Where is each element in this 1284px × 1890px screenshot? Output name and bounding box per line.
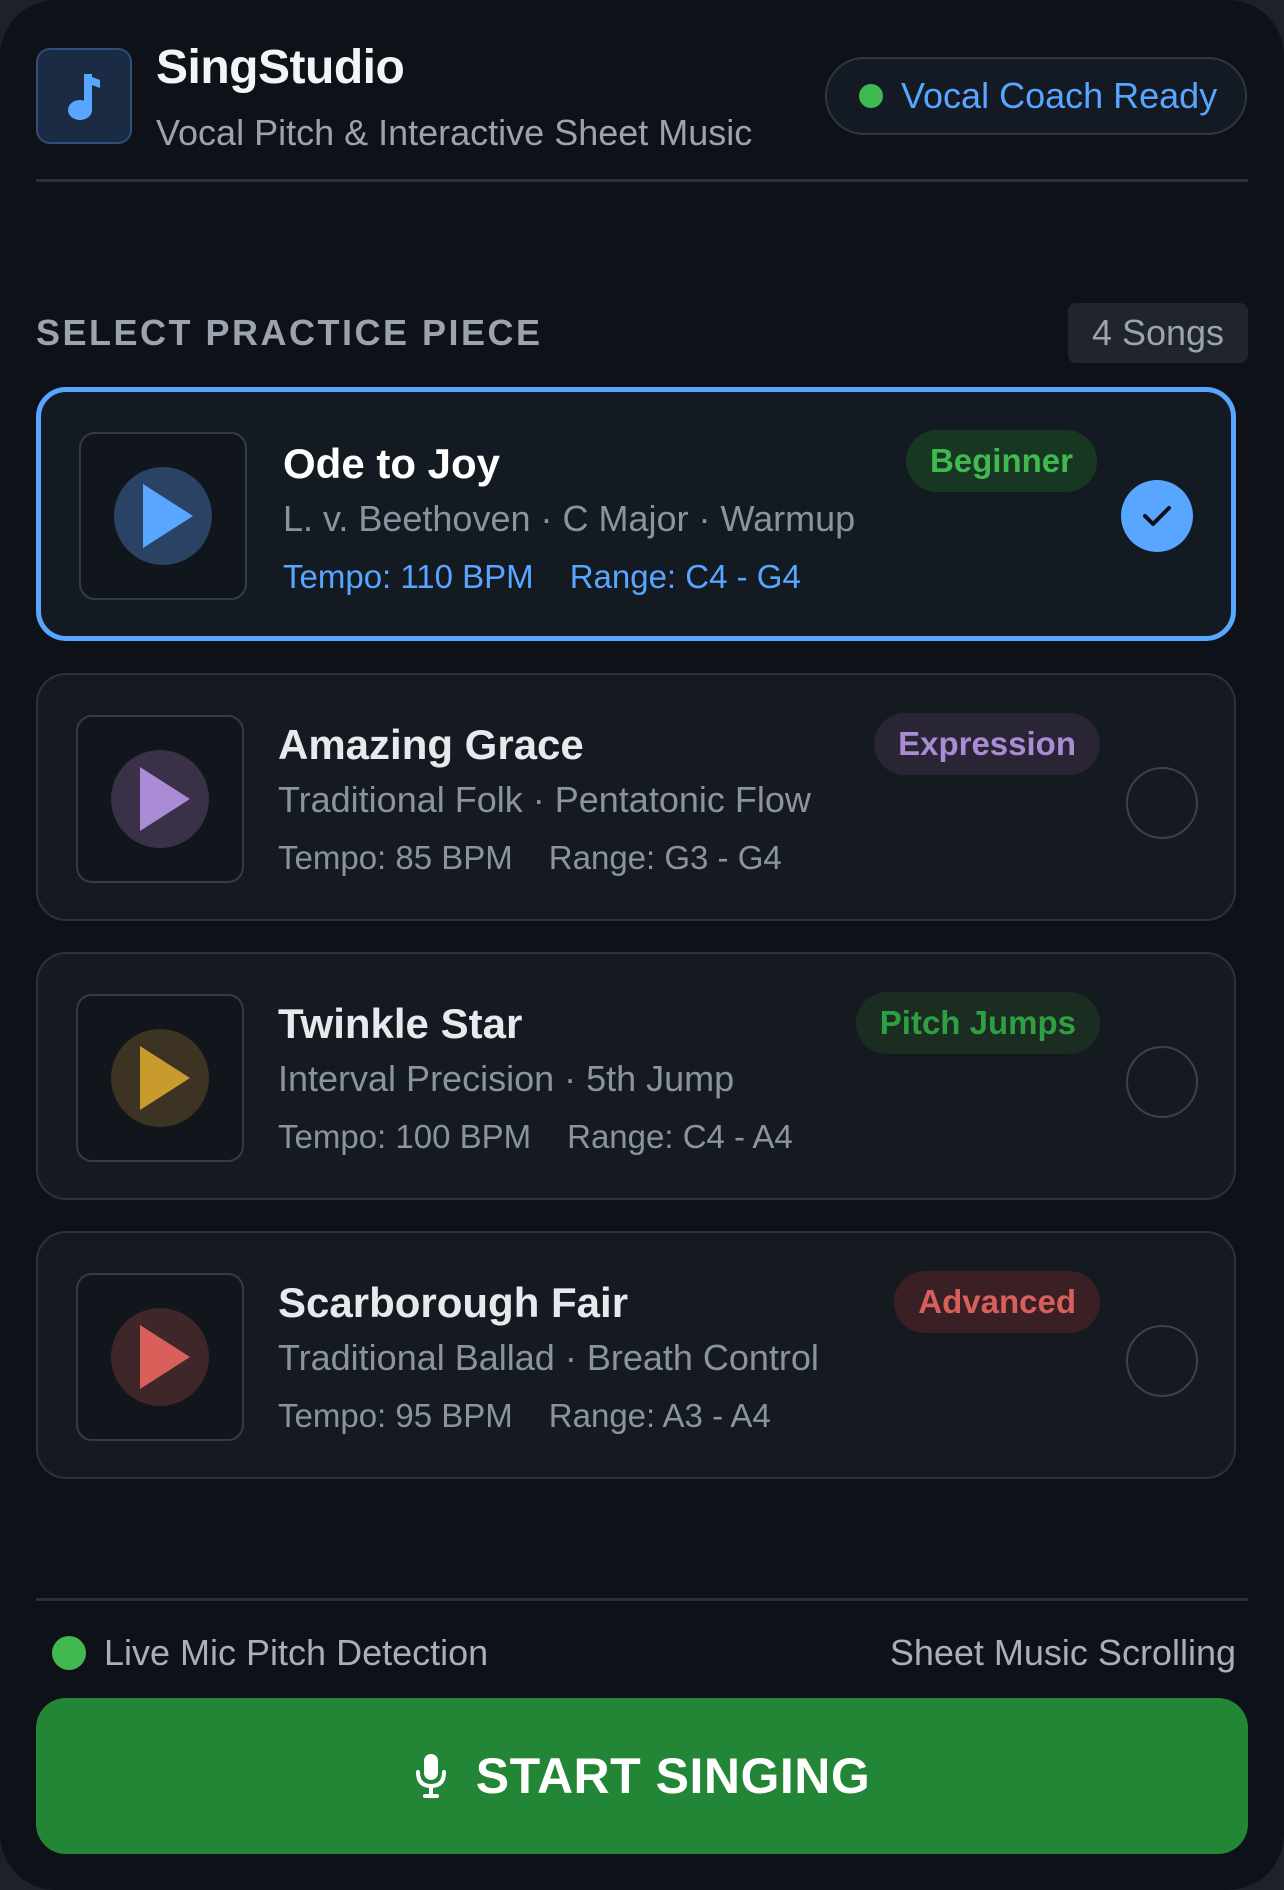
song-range: Range: C4 - A4 [567, 1118, 793, 1155]
song-meta: Traditional Ballad · Breath Control [278, 1337, 819, 1378]
song-card-ode-to-joy[interactable]: Ode to Joy L. v. Beethoven · C Major · W… [36, 387, 1236, 641]
song-tempo: Tempo: 95 BPM [278, 1397, 513, 1434]
difficulty-tag: Expression [874, 713, 1100, 775]
song-title: Amazing Grace [278, 721, 584, 768]
song-thumbnail[interactable] [76, 715, 244, 883]
song-stats: Tempo: 95 BPM Range: A3 - A4 [278, 1397, 771, 1435]
song-card-scarborough-fair[interactable]: Scarborough Fair Traditional Ballad · Br… [36, 1231, 1236, 1479]
status-label: Vocal Coach Ready [901, 75, 1218, 116]
song-title: Scarborough Fair [278, 1279, 629, 1326]
song-stats: Tempo: 110 BPM Range: C4 - G4 [283, 558, 801, 596]
song-meta: Interval Precision · 5th Jump [278, 1058, 735, 1099]
play-icon [140, 767, 190, 831]
difficulty-tag: Pitch Jumps [855, 992, 1100, 1054]
app-subtitle: Vocal Pitch & Interactive Sheet Music [156, 112, 753, 153]
play-button[interactable] [111, 750, 209, 848]
song-select-radio[interactable] [1126, 767, 1198, 839]
song-thumbnail[interactable] [76, 1273, 244, 1441]
feature-mic-detection: Live Mic Pitch Detection [52, 1632, 488, 1674]
section-title: SELECT PRACTICE PIECE [36, 312, 543, 353]
status-dot-icon [859, 84, 883, 108]
song-meta: Traditional Folk · Pentatonic Flow [278, 779, 811, 820]
header-divider [36, 179, 1248, 182]
feature-right-label: Sheet Music Scrolling [889, 1632, 1236, 1673]
music-note-icon [36, 48, 132, 144]
play-icon [143, 484, 193, 548]
song-range: Range: A3 - A4 [548, 1397, 771, 1434]
song-select-radio[interactable] [1126, 1046, 1198, 1118]
status-badge: Vocal Coach Ready [825, 57, 1247, 135]
song-range: Range: C4 - G4 [569, 558, 801, 595]
start-singing-label: START SINGING [475, 1748, 871, 1804]
play-icon [140, 1325, 190, 1389]
play-button[interactable] [114, 467, 212, 565]
song-range: Range: G3 - G4 [548, 839, 782, 876]
microphone-icon [415, 1754, 446, 1798]
song-count-badge: 4 Songs [1068, 303, 1248, 363]
song-select-radio[interactable] [1121, 480, 1193, 552]
app-window: SingStudio Vocal Pitch & Interactive She… [0, 0, 1284, 1890]
song-thumbnail[interactable] [76, 994, 244, 1162]
song-thumbnail[interactable] [79, 432, 247, 600]
song-tempo: Tempo: 110 BPM [283, 558, 534, 595]
song-tempo: Tempo: 85 BPM [278, 839, 513, 876]
start-singing-button[interactable]: START SINGING [36, 1698, 1248, 1854]
footer-divider [36, 1598, 1248, 1601]
play-icon [140, 1046, 190, 1110]
song-title: Ode to Joy [283, 440, 501, 487]
song-card-amazing-grace[interactable]: Amazing Grace Traditional Folk · Pentato… [36, 673, 1236, 921]
checkmark-icon [1143, 506, 1171, 526]
song-stats: Tempo: 85 BPM Range: G3 - G4 [278, 839, 782, 877]
difficulty-tag: Advanced [894, 1271, 1100, 1333]
live-indicator-icon [52, 1636, 86, 1670]
difficulty-tag: Beginner [905, 430, 1097, 492]
play-button[interactable] [111, 1029, 209, 1127]
song-title: Twinkle Star [278, 1000, 523, 1047]
song-tempo: Tempo: 100 BPM [278, 1118, 532, 1155]
play-button[interactable] [111, 1308, 209, 1406]
song-select-radio[interactable] [1126, 1325, 1198, 1397]
song-card-twinkle-star[interactable]: Twinkle Star Interval Precision · 5th Ju… [36, 952, 1236, 1200]
song-meta: L. v. Beethoven · C Major · Warmup [283, 498, 856, 539]
song-stats: Tempo: 100 BPM Range: C4 - A4 [278, 1118, 793, 1156]
feature-left-label: Live Mic Pitch Detection [104, 1632, 489, 1673]
app-title: SingStudio [156, 41, 405, 94]
